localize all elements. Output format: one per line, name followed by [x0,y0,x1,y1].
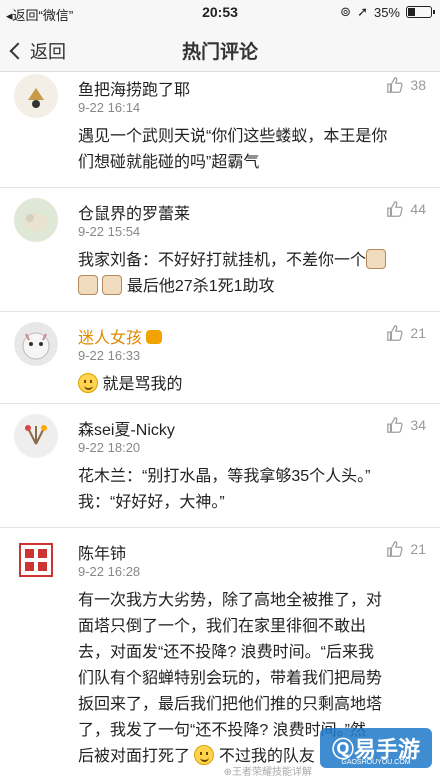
thumbs-up-icon [387,417,403,433]
comment-time: 9-22 16:33 [78,348,141,363]
comment-time: 9-22 16:28 [78,564,141,579]
comment-item: 森sei夏-Nicky 9-22 18:20 34 花木兰：“别打水晶，等我拿够… [0,404,440,528]
comment-time: 9-22 15:54 [78,224,141,239]
like-count: 44 [410,201,426,217]
comment-time: 9-22 16:14 [78,100,141,115]
location-icon: ➚ [357,4,368,19]
battery-fill [408,8,416,16]
rotation-lock-icon: ⊚ [340,4,352,19]
comment-text: 花木兰：“别打水晶，等我拿够35个人头。” 我：“好好好，大神。” [78,464,426,516]
username[interactable]: 仓鼠界的罗蕾莱 [78,200,190,224]
like-count: 34 [410,417,426,433]
comment-line: 去，对面发“还不投降? 浪费时间。“后来我 [78,644,375,661]
like-button[interactable]: 21 [386,540,426,558]
status-right: ⊚ ➚ 35% [340,4,435,20]
comment-line: 们想碰就能碰的吗”超霸气 [78,154,260,171]
nav-bar: 返回 热门评论 [0,26,440,72]
username[interactable]: 陈年铈 [78,540,126,564]
smile-emoji-icon [194,745,215,765]
avatar[interactable] [14,74,58,118]
comment-line: 遇见一个武则天说“你们这些蝼蚁，本王是你 [78,128,388,145]
battery-percent: 35% [373,4,400,20]
username[interactable]: 迷人女孩 [78,324,163,348]
like-count: 21 [410,325,426,341]
vip-badge-icon [146,330,163,344]
comment-line: 最后他27杀1死1助攻 [78,274,426,300]
like-button[interactable]: 34 [386,416,426,434]
comment-text: 遇见一个武则天说“你们这些蝼蚁，本王是你 们想碰就能碰的吗”超霸气 [78,124,426,176]
cat-emoji-icon [78,275,98,295]
comment-list[interactable]: 鱼把海捞跑了耶 9-22 16:14 38 遇见一个武则天说“你们这些蝼蚁，本王… [0,72,440,782]
username-text: 迷人女孩 [78,330,143,347]
avatar[interactable] [14,198,58,242]
comment-line: 们队有个貂蝉特别会玩的，带着我们把局势 [78,670,383,687]
battery-icon [406,6,435,18]
smile-emoji-icon [78,373,98,393]
avatar[interactable] [14,538,58,582]
comment-line: 花木兰：“别打水晶，等我拿够35个人头。” [78,468,371,485]
page-title: 热门评论 [181,42,258,63]
comment-text: 我家刘备：不好好打就挂机，不差你一个 最后他27杀1死1助攻 [78,248,426,300]
avatar[interactable] [14,322,58,366]
like-count: 38 [410,77,426,93]
cat-emoji-icon [366,249,387,269]
comment-item: 仓鼠界的罗蕾莱 9-22 15:54 44 我家刘备：不好好打就挂机，不差你一个… [0,188,440,312]
thumbs-up-icon [387,201,403,217]
like-count: 21 [410,541,426,557]
site-watermark: Ⓠ易手游 GAOSHOUYOU.COM [320,728,432,768]
comment-line: 面塔只倒了一个，我们在家里徘徊不敢出 [78,618,367,635]
comment-text: 就是骂我的 [78,372,426,398]
comment-line: 有一次我方大劣势，除了高地全被推了，对 [78,592,383,609]
username[interactable]: 鱼把海捞跑了耶 [78,76,190,100]
comment-item: 鱼把海捞跑了耶 9-22 16:14 38 遇见一个武则天说“你们这些蝼蚁，本王… [0,72,440,188]
comment-line-text: 我家刘备：不好好打就挂机，不差你一个 [78,252,367,269]
cat-emoji-icon [102,275,123,295]
comment-line-text: 最后他27杀1死1助攻 [126,278,275,295]
like-button[interactable]: 38 [386,76,426,94]
comment-line: 扳回来了，最后我们把他们推的只剩高地塔 [78,696,383,713]
status-bar: ◂返回“微信” 20:53 ⊚ ➚ 35% [0,0,440,26]
thumbs-up-icon [387,541,403,557]
like-button[interactable]: 21 [386,324,426,342]
comment-time: 9-22 18:20 [78,440,141,455]
thumbs-up-icon [387,325,403,341]
username[interactable]: 森sei夏-Nicky [78,416,175,440]
brand-domain: GAOSHOUYOU.COM [341,759,411,766]
comment-line-text: 就是骂我的 [102,376,183,393]
comment-line-text: 后被对面打死了 [78,748,191,765]
avatar[interactable] [14,414,58,458]
thumbs-up-icon [387,77,403,93]
comment-line: 我：“好好好，大神。” [78,494,225,511]
like-button[interactable]: 44 [386,200,426,218]
weibo-watermark: ⊕王者荣耀技能详解 [223,767,312,778]
comment-line: 我家刘备：不好好打就挂机，不差你一个 [78,248,426,274]
comment-item: 迷人女孩 9-22 16:33 21 就是骂我的 [0,312,440,404]
